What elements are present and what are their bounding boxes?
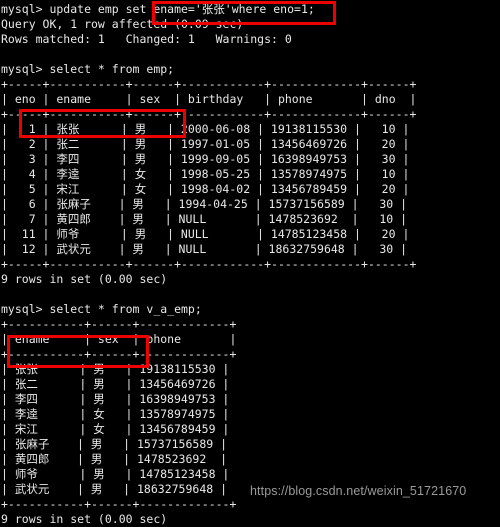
terminal-line: | 7 | 黄四郎 | 男 | NULL | 1478523692 | 10 |	[1, 212, 408, 226]
terminal-line: mysql> select * from v_a_emp;	[1, 302, 202, 316]
terminal-line: | 3 | 李四 | 男 | 1999-09-05 | 16398949753 …	[1, 152, 410, 166]
terminal-line: | 6 | 张麻子 | 男 | 1994-04-25 | 15737156589…	[1, 197, 408, 211]
terminal-line: | 李逵 | 女 | 13578974975 |	[1, 407, 230, 421]
terminal-line: | eno | ename | sex | birthday | phone |…	[1, 92, 417, 106]
terminal-line: +-----+-----------+------+------------+-…	[1, 77, 417, 91]
terminal-line: | ename | sex | phone |	[1, 332, 237, 346]
terminal-line: Rows matched: 1 Changed: 1 Warnings: 0	[1, 32, 292, 46]
terminal-line: +-----+-----------+------+------------+-…	[1, 107, 417, 121]
terminal-line: | 李四 | 男 | 16398949753 |	[1, 392, 230, 406]
terminal-line: | 1 | 张张 | 男 | 2000-06-08 | 19138115530 …	[1, 122, 410, 136]
terminal-output[interactable]: mysql> update emp set ename='张张'where en…	[0, 0, 500, 526]
terminal-line: | 5 | 宋江 | 女 | 1998-04-02 | 13456789459 …	[1, 182, 410, 196]
terminal-line: +-----------+------+-------------+	[1, 497, 237, 511]
terminal-line: | 师爷 | 男 | 14785123458 |	[1, 467, 230, 481]
terminal-line: | 2 | 张二 | 男 | 1997-01-05 | 13456469726 …	[1, 137, 410, 151]
terminal-line: | 张麻子 | 男 | 15737156589 |	[1, 437, 228, 451]
terminal-line: | 宋江 | 女 | 13456789459 |	[1, 422, 230, 436]
terminal-line: 9 rows in set (0.00 sec)	[1, 512, 168, 526]
terminal-line: | 张张 | 男 | 19138115530 |	[1, 362, 230, 376]
terminal-line: 9 rows in set (0.00 sec)	[1, 272, 168, 286]
terminal-line: +-----------+------+-------------+	[1, 347, 237, 361]
terminal-line: | 张二 | 男 | 13456469726 |	[1, 377, 230, 391]
watermark-text: https://blog.csdn.net/weixin_51721670	[250, 484, 467, 498]
terminal-line: Query OK, 1 row affected (0.09 sec)	[1, 17, 244, 31]
terminal-line: | 4 | 李逵 | 女 | 1998-05-25 | 13578974975 …	[1, 167, 410, 181]
terminal-line: +-----------+------+-------------+	[1, 317, 237, 331]
terminal-line: | 12 | 武状元 | 男 | NULL | 18632759648 | 30…	[1, 242, 408, 256]
terminal-line: +-----+-----------+------+------------+-…	[1, 257, 417, 271]
terminal-line: | 11 | 师爷 | 男 | NULL | 14785123458 | 20 …	[1, 227, 410, 241]
terminal-line: mysql> update emp set ename='张张'where en…	[1, 2, 315, 16]
terminal-line: | 黄四郎 | 男 | 1478523692 |	[1, 452, 228, 466]
terminal-line: mysql> select * from emp;	[1, 62, 175, 76]
